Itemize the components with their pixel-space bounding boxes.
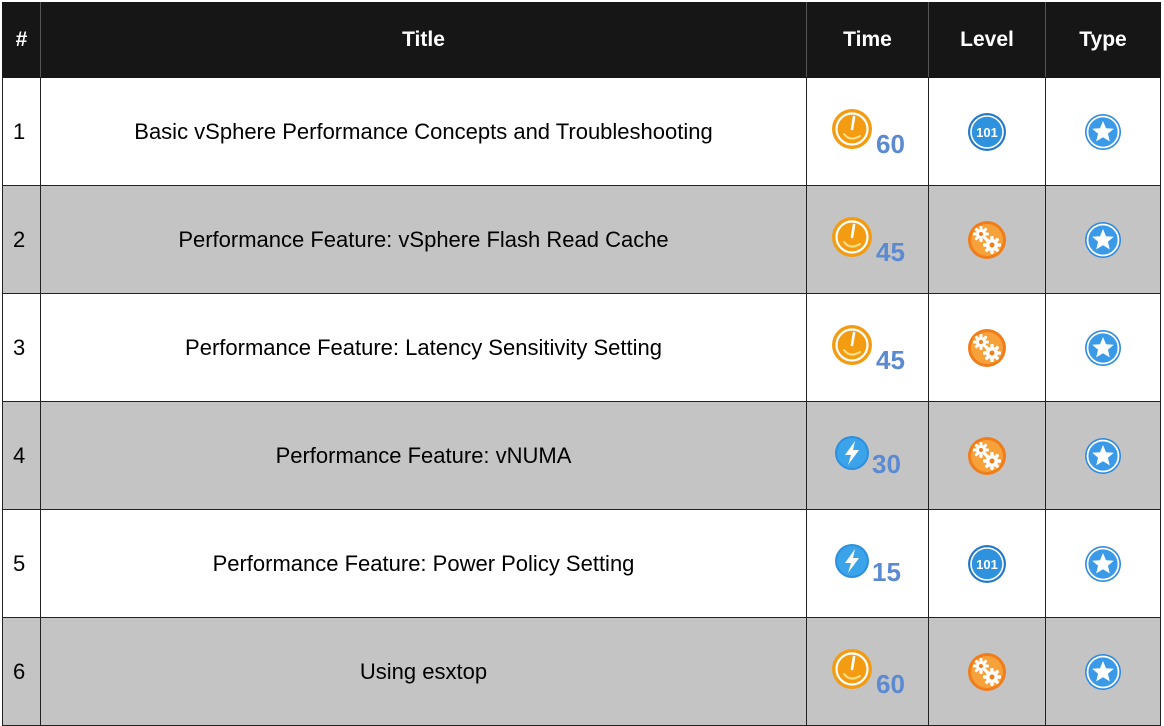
stopwatch-icon	[830, 107, 874, 151]
lightning-icon	[834, 435, 870, 471]
row-number: 2	[2, 185, 41, 294]
row-level	[928, 401, 1046, 510]
svg-text:101: 101	[976, 125, 998, 140]
row-type	[1045, 185, 1161, 294]
row-number: 4	[2, 401, 41, 510]
row-number: 3	[2, 293, 41, 402]
star-badge-icon	[1084, 545, 1122, 583]
row-number: 6	[2, 617, 41, 726]
time-minutes: 60	[876, 128, 905, 159]
star-badge-icon	[1084, 653, 1122, 691]
row-title: Performance Feature: Latency Sensitivity…	[40, 293, 807, 402]
time-group: 45	[830, 215, 905, 265]
header-type: Type	[1045, 2, 1161, 78]
star-badge-icon	[1084, 113, 1122, 151]
row-level	[928, 185, 1046, 294]
time-minutes: 30	[872, 448, 901, 479]
row-title: Performance Feature: vNUMA	[40, 401, 807, 510]
stopwatch-icon	[830, 215, 874, 259]
row-type	[1045, 293, 1161, 402]
header-level: Level	[928, 2, 1046, 78]
table-row: 2 Performance Feature: vSphere Flash Rea…	[2, 185, 1161, 294]
row-type	[1045, 509, 1161, 618]
row-time: 45	[806, 293, 929, 402]
header-row: # Title Time Level Type	[2, 2, 1161, 78]
row-title: Performance Feature: Power Policy Settin…	[40, 509, 807, 618]
gears-icon	[967, 220, 1007, 260]
time-group: 60	[830, 647, 905, 697]
row-title: Basic vSphere Performance Concepts and T…	[40, 77, 807, 186]
row-title: Performance Feature: vSphere Flash Read …	[40, 185, 807, 294]
lightning-icon	[834, 543, 870, 579]
time-minutes: 45	[876, 236, 905, 267]
gears-icon	[967, 652, 1007, 692]
star-badge-icon	[1084, 329, 1122, 367]
table-row: 4 Performance Feature: vNUMA 30	[2, 401, 1161, 510]
time-group: 45	[830, 323, 905, 373]
row-type	[1045, 401, 1161, 510]
row-time: 30	[806, 401, 929, 510]
table-row: 1 Basic vSphere Performance Concepts and…	[2, 77, 1161, 186]
row-type	[1045, 77, 1161, 186]
row-time: 45	[806, 185, 929, 294]
row-type	[1045, 617, 1161, 726]
header-time: Time	[806, 2, 929, 78]
time-group: 30	[834, 435, 901, 477]
row-level: 101	[928, 509, 1046, 618]
time-minutes: 15	[872, 556, 901, 587]
row-time: 15	[806, 509, 929, 618]
stopwatch-icon	[830, 323, 874, 367]
header-num: #	[2, 2, 41, 78]
header-title: Title	[40, 2, 807, 78]
row-time: 60	[806, 77, 929, 186]
star-badge-icon	[1084, 437, 1122, 475]
table-row: 6 Using esxtop 60	[2, 617, 1161, 726]
row-title: Using esxtop	[40, 617, 807, 726]
row-number: 1	[2, 77, 41, 186]
row-level: 101	[928, 77, 1046, 186]
level-101-icon: 101	[967, 544, 1007, 584]
row-level	[928, 617, 1046, 726]
row-time: 60	[806, 617, 929, 726]
star-badge-icon	[1084, 221, 1122, 259]
row-number: 5	[2, 509, 41, 618]
svg-text:101: 101	[976, 557, 998, 572]
time-group: 15	[834, 543, 901, 585]
time-group: 60	[830, 107, 905, 157]
stopwatch-icon	[830, 647, 874, 691]
time-minutes: 60	[876, 668, 905, 699]
time-minutes: 45	[876, 344, 905, 375]
gears-icon	[967, 436, 1007, 476]
table-row: 3 Performance Feature: Latency Sensitivi…	[2, 293, 1161, 402]
gears-icon	[967, 328, 1007, 368]
row-level	[928, 293, 1046, 402]
level-101-icon: 101	[967, 112, 1007, 152]
table-row: 5 Performance Feature: Power Policy Sett…	[2, 509, 1161, 618]
lab-table: # Title Time Level Type 1 Basic vSphere …	[2, 2, 1161, 726]
